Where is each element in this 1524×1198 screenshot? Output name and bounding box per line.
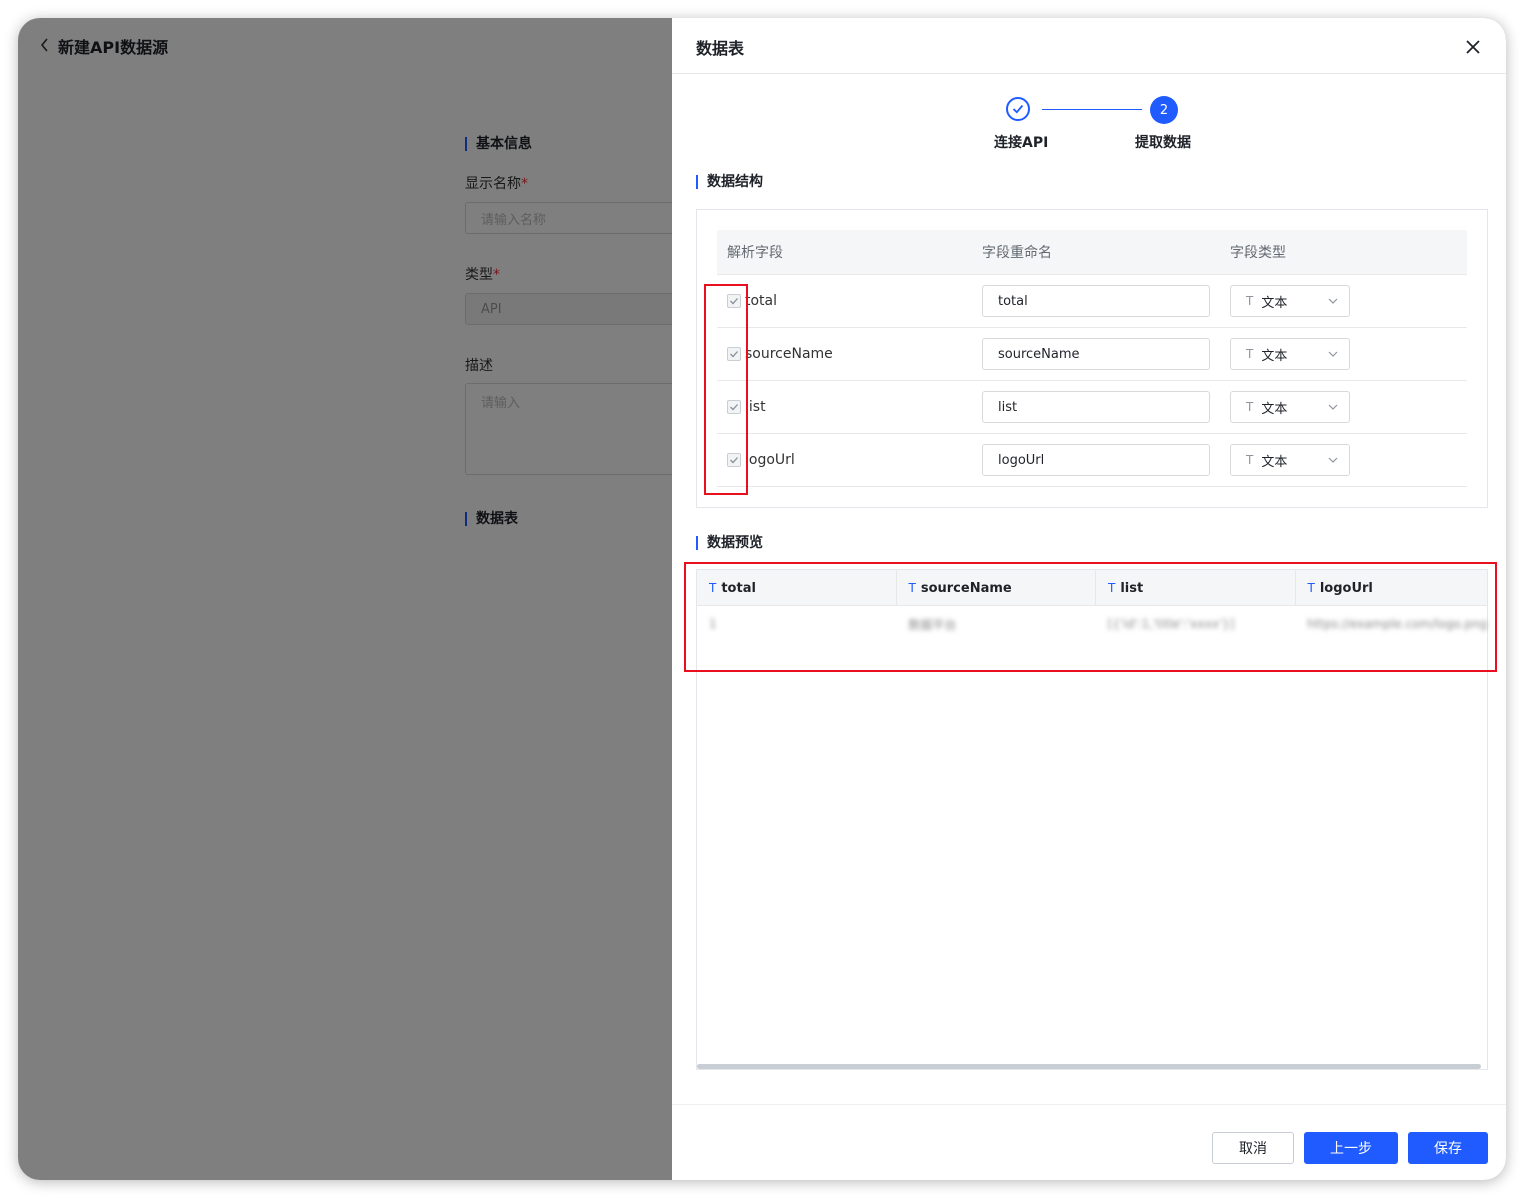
stepper: 2 连接API 提取数据	[672, 96, 1506, 166]
checkbox-highlight-box	[704, 284, 748, 495]
chevron-down-icon	[1328, 351, 1338, 357]
structure-table-header: 解析字段 字段重命名 字段类型	[717, 230, 1467, 275]
close-icon[interactable]	[1462, 36, 1484, 58]
structure-title: 数据结构	[696, 175, 763, 189]
app-window: 新建API数据源 基本信息 显示名称* 请输入名称 类型* API 描述 请输入…	[18, 18, 1506, 1180]
chevron-down-icon	[1328, 404, 1338, 410]
rename-input[interactable]: sourceName	[982, 338, 1210, 370]
text-type-icon: T	[1246, 400, 1254, 414]
text-type-icon: T	[1246, 347, 1254, 361]
type-select[interactable]: T 文本	[1230, 285, 1350, 317]
text-type-icon: T	[1246, 453, 1254, 467]
field-name: logoUrl	[745, 452, 795, 468]
table-row: list list T 文本	[717, 381, 1467, 434]
field-name: list	[745, 399, 766, 415]
step-done-check-icon	[1006, 97, 1030, 121]
drawer-header: 数据表	[672, 18, 1506, 74]
field-name: total	[745, 293, 778, 309]
rename-input[interactable]: list	[982, 391, 1210, 423]
table-row: logoUrl logoUrl T 文本	[717, 434, 1467, 487]
data-table-drawer: 数据表 2 连接API 提取数据 数据结构 解析字段 字段重命名 字段类型 to…	[672, 18, 1506, 1180]
preview-title: 数据预览	[696, 536, 763, 550]
cancel-button[interactable]: 取消	[1212, 1132, 1294, 1164]
save-button[interactable]: 保存	[1408, 1132, 1488, 1164]
horizontal-scrollbar[interactable]	[697, 1064, 1481, 1069]
type-select[interactable]: T 文本	[1230, 338, 1350, 370]
preview-highlight-box	[684, 562, 1497, 672]
table-row: sourceName sourceName T 文本	[717, 328, 1467, 381]
col-header-rename: 字段重命名	[982, 245, 1052, 261]
chevron-down-icon	[1328, 457, 1338, 463]
structure-panel: 解析字段 字段重命名 字段类型 total total T文本 sourceN	[696, 209, 1488, 508]
step-number-2: 2	[1150, 96, 1178, 124]
drawer-footer: 取消 上一步 保存	[672, 1104, 1506, 1180]
step-label-connect-api: 连接API	[994, 135, 1049, 151]
rename-input[interactable]: total	[982, 285, 1210, 317]
field-name: sourceName	[745, 346, 833, 362]
step-label-extract-data: 提取数据	[1135, 135, 1191, 151]
drawer-title: 数据表	[696, 39, 745, 58]
col-header-field: 解析字段	[727, 245, 783, 261]
text-type-icon: T	[1246, 294, 1254, 308]
rename-input[interactable]: logoUrl	[982, 444, 1210, 476]
prev-step-button[interactable]: 上一步	[1304, 1132, 1398, 1164]
table-row: total total T 文本	[717, 275, 1467, 328]
col-header-type: 字段类型	[1230, 245, 1286, 261]
chevron-down-icon	[1328, 298, 1338, 304]
type-select[interactable]: T 文本	[1230, 444, 1350, 476]
type-select[interactable]: T 文本	[1230, 391, 1350, 423]
structure-table: 解析字段 字段重命名 字段类型 total total T文本 sourceN	[717, 230, 1467, 487]
step-connector	[1042, 109, 1142, 110]
